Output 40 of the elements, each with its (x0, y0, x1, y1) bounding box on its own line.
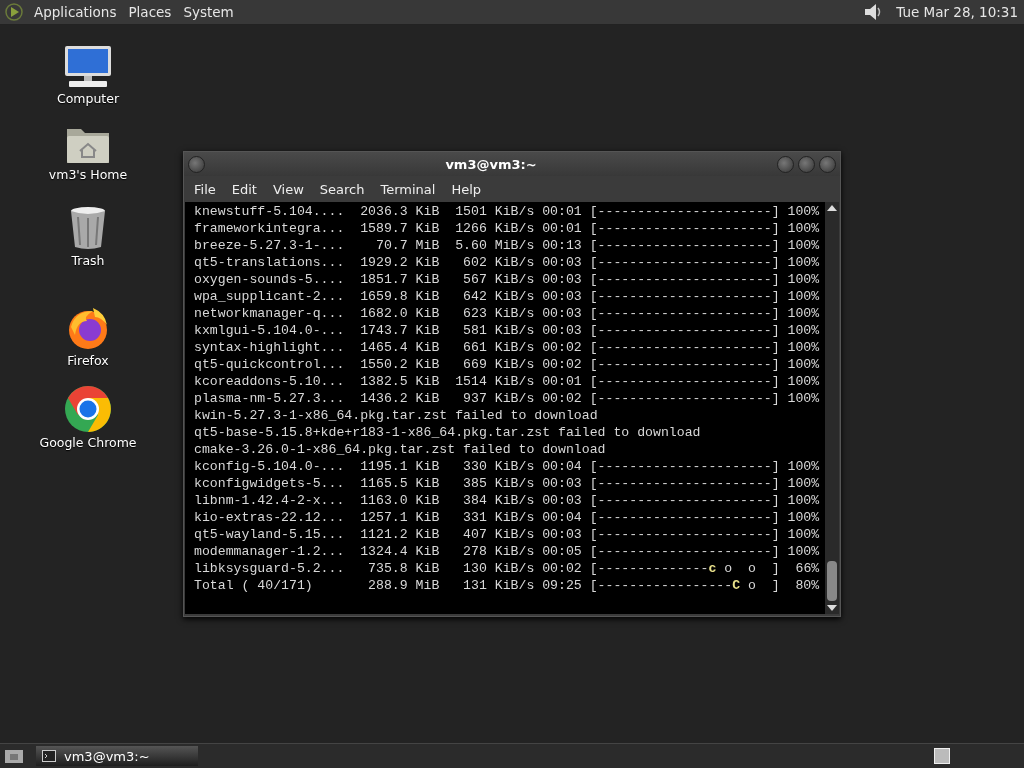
terminal-line: cmake-3.26.0-1-x86_64.pkg.tar.zst failed to download (194, 441, 607, 458)
terminal-line: kcoreaddons-5.10... 1382.5 KiB 1514 KiB/s 00:01 [----------------------] 100% (194, 373, 821, 390)
menu-item[interactable]: Edit (223, 179, 265, 199)
terminal-line: modemmanager-1.2... 1324.4 KiB 278 KiB/s 00:05 [----------------------] 100% (194, 543, 821, 560)
terminal-line: networkmanager-q... 1682.0 KiB 623 KiB/s 00:03 [----------------------] 100% (194, 305, 821, 322)
clock[interactable]: Tue Mar 28, 10:31 (896, 4, 1018, 20)
terminal-line: kxmlgui-5.104.0-... 1743.7 KiB 581 KiB/s 00:03 [----------------------] 100% (194, 322, 821, 339)
terminal-line: libksysguard-5.2... 735.8 KiB 130 KiB/s 00:02 [--------------c o o ] 66% (194, 560, 821, 577)
terminal-line: kwin-5.27.3-1-x86_64.pkg.tar.zst failed to download (194, 407, 599, 424)
desktop-icon-label[interactable]: Computer (56, 91, 120, 106)
panel-menu[interactable]: System (183, 4, 234, 20)
panel-menu[interactable]: Places (128, 4, 172, 20)
desktop-icon-label[interactable]: Firefox (67, 353, 109, 368)
terminal-line: kconfigwidgets-5... 1165.5 KiB 385 KiB/s 00:03 [----------------------] 100% (194, 475, 821, 492)
menu-item[interactable]: Search (311, 179, 373, 199)
menu-item[interactable]: Terminal (372, 179, 444, 199)
terminal-line: qt5-quickcontrol... 1550.2 KiB 669 KiB/s 00:02 [----------------------] 100% (194, 356, 821, 373)
menu-item[interactable]: Help (443, 179, 490, 199)
desktop-icon-label[interactable]: Google Chrome (39, 435, 137, 450)
menu-item[interactable]: View (264, 179, 312, 199)
desktop-icon-label[interactable]: vm3's Home (48, 167, 128, 182)
desktop-icon-label[interactable]: Trash (71, 253, 105, 268)
terminal-line: kio-extras-22.12... 1257.1 KiB 331 KiB/s 00:04 [----------------------] 100% (194, 509, 821, 526)
terminal-line: qt5-wayland-5.15... 1121.2 KiB 407 KiB/s 00:03 [----------------------] 100% (194, 526, 821, 543)
panel-menu[interactable]: Applications (34, 4, 117, 20)
terminal-line: breeze-5.27.3-1-... 70.7 MiB 5.60 MiB/s 00:13 [----------------------] 100% (194, 237, 821, 254)
terminal-line: frameworkintegra... 1589.7 KiB 1266 KiB/s 00:01 [----------------------] 100% (194, 220, 821, 237)
menu-item[interactable]: File (186, 179, 224, 199)
window-title: vm3@vm3:~ (444, 156, 538, 172)
terminal-line: qt5-base-5.15.8+kde+r183-1-x86_64.pkg.tar.zst failed to download (194, 424, 702, 441)
terminal-line: kconfig-5.104.0-... 1195.1 KiB 330 KiB/s 00:04 [----------------------] 100% (194, 458, 821, 475)
terminal-line: plasma-nm-5.27.3... 1436.2 KiB 937 KiB/s 00:02 [----------------------] 100% (194, 390, 821, 407)
taskbar-button[interactable]: vm3@vm3:~ (36, 746, 198, 766)
terminal-line: oxygen-sounds-5.... 1851.7 KiB 567 KiB/s 00:03 [----------------------] 100% (194, 271, 821, 288)
terminal-line: syntax-highlight... 1465.4 KiB 661 KiB/s 00:02 [----------------------] 100% (194, 339, 821, 356)
terminal-line: wpa_supplicant-2... 1659.8 KiB 642 KiB/s 00:03 [----------------------] 100% (194, 288, 821, 305)
terminal-line: knewstuff-5.104.... 2036.3 KiB 1501 KiB/s 00:01 [----------------------] 100% (194, 203, 821, 220)
terminal-line: libnm-1.42.4-2-x... 1163.0 KiB 384 KiB/s 00:03 [----------------------] 100% (194, 492, 821, 509)
terminal-line: Total ( 40/171) 288.9 MiB 131 KiB/s 09:25 [-----------------C o ] 80% (194, 577, 821, 594)
terminal-line: qt5-translations... 1929.2 KiB 602 KiB/s 00:03 [----------------------] 100% (194, 254, 821, 271)
